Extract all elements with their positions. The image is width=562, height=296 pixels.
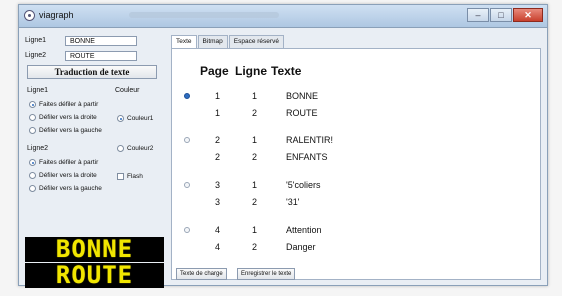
cell-ligne: 2 [252,242,258,252]
cell-texte[interactable]: '5'coliers [286,180,320,190]
checkbox-box [117,173,124,180]
radio-icon [29,101,36,108]
cell-ligne: 1 [252,135,258,145]
radio-icon [117,145,124,152]
scroll-line1-option-label: Défiler vers la gauche [39,127,102,134]
close-button[interactable]: ✕ [513,8,543,22]
cell-texte[interactable]: RALENTIR! [286,135,333,145]
cell-texte[interactable]: BONNE [286,91,318,101]
close-icon: ✕ [524,10,532,20]
cell-page: 2 [215,135,221,145]
cell-page: 3 [215,197,221,207]
blurred-title-region [129,12,279,18]
line2-input[interactable]: ROUTE [65,50,137,61]
cell-texte[interactable]: '31' [286,197,299,207]
load-text-button[interactable]: Texte de charge [176,268,227,280]
scroll-line1-option-label: Défiler vers la droite [39,114,97,121]
cell-texte[interactable]: Attention [286,225,322,235]
maximize-icon: □ [498,10,504,20]
color-group-label: Couleur [115,87,140,94]
app-window: viagraph – □ ✕ Ligne1 BONNE Ligne2 ROUTE… [18,4,548,288]
scroll-line1-option-label: Faites défiler à partir [39,101,99,108]
cell-page: 4 [215,242,221,252]
led-text-line1: BONNE [55,235,134,263]
tab-bitmap[interactable]: Bitmap [197,35,228,48]
radio-icon [29,114,36,121]
maximize-button[interactable]: □ [490,8,512,22]
cell-ligne: 2 [252,197,258,207]
scroll-line2-option[interactable]: Faites défiler à partir [29,159,98,166]
color-option-label: Couleur2 [127,145,154,152]
radio-icon [29,159,36,166]
line2-row: Ligne2 ROUTE [25,50,137,61]
scroll-line2-option-label: Faites défiler à partir [39,159,99,166]
translate-button[interactable]: Traduction de texte [27,65,157,79]
tab-bar: Texte Bitmap Espace réservé [171,35,285,49]
header-texte: Texte [271,64,302,78]
page-select-radio[interactable] [184,182,190,188]
scroll-line2-option-label: Défiler vers la gauche [39,185,102,192]
header-ligne: Ligne [235,64,267,78]
cell-page: 2 [215,152,221,162]
texte-panel: Page Ligne Texte 1 1 BONNE 1 2 ROUTE 2 1 RALENTI… [171,48,541,280]
app-icon [24,10,35,21]
scroll-line1-option[interactable]: Défiler vers la droite [29,114,97,121]
scroll-group2-label: Ligne2 [27,145,49,152]
cell-ligne: 1 [252,225,258,235]
cell-ligne: 2 [252,152,258,162]
page-select-radio[interactable] [184,227,190,233]
cell-texte[interactable]: ENFANTS [286,152,328,162]
led-text-line2: ROUTE [55,261,134,289]
save-text-button[interactable]: Enregistrer le texte [237,268,296,280]
title-bar[interactable]: viagraph – □ ✕ [19,5,547,28]
scroll-group1-label: Ligne1 [27,87,49,94]
scroll-line2-option[interactable]: Défiler vers la gauche [29,185,102,192]
scroll-line1-option[interactable]: Défiler vers la gauche [29,127,102,134]
led-preview-line1: BONNE [25,237,164,262]
cell-page: 3 [215,180,221,190]
minimize-icon: – [475,10,481,20]
radio-icon [29,172,36,179]
flash-label: Flash [127,173,143,180]
cell-page: 1 [215,108,221,118]
scroll-line2-option[interactable]: Défiler vers la droite [29,172,97,179]
radio-icon [29,185,36,192]
cell-ligne: 1 [252,180,258,190]
window-controls: – □ ✕ [467,8,543,22]
led-preview-line2: ROUTE [25,263,164,288]
cell-page: 4 [215,225,221,235]
page-select-radio[interactable] [184,93,190,99]
page-select-radio[interactable] [184,137,190,143]
line1-row: Ligne1 BONNE [25,35,137,46]
cell-page: 1 [215,91,221,101]
scroll-line2-option-label: Défiler vers la droite [39,172,97,179]
line1-label: Ligne1 [25,37,47,44]
tab-espace-reserve[interactable]: Espace réservé [228,35,284,48]
color-option[interactable]: Couleur1 [117,115,153,122]
radio-icon [29,127,36,134]
line1-input[interactable]: BONNE [65,35,137,46]
cell-texte[interactable]: Danger [286,242,316,252]
cell-ligne: 1 [252,91,258,101]
tab-texte[interactable]: Texte [171,35,197,49]
window-title: viagraph [39,10,74,20]
flash-checkbox[interactable]: Flash [117,173,143,180]
cell-ligne: 2 [252,108,258,118]
line2-label: Ligne2 [25,52,47,59]
radio-icon [117,115,124,122]
header-page: Page [200,64,229,78]
color-option-label: Couleur1 [127,115,154,122]
cell-texte[interactable]: ROUTE [286,108,318,118]
minimize-button[interactable]: – [467,8,489,22]
color-option[interactable]: Couleur2 [117,145,153,152]
scroll-line1-option[interactable]: Faites défiler à partir [29,101,98,108]
